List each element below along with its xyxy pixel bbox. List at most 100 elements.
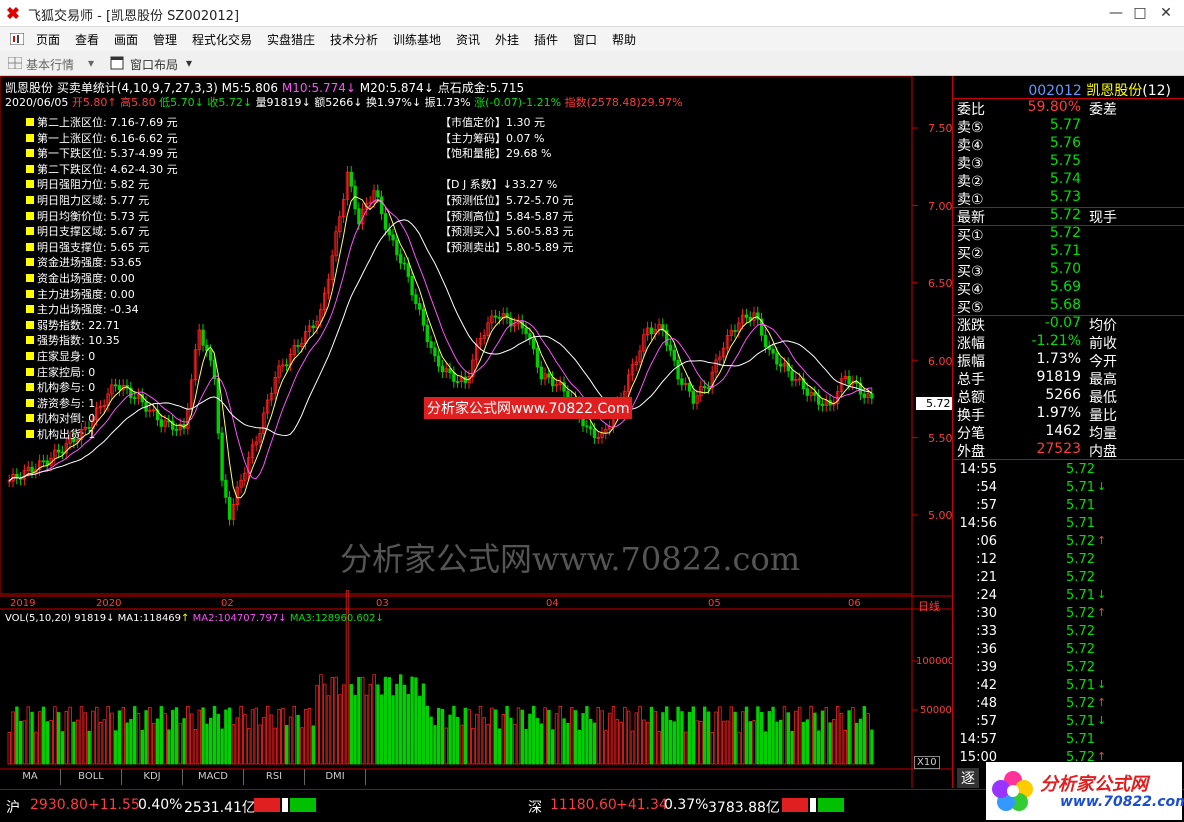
volume-bar — [159, 706, 163, 765]
layout-dropdown-icon[interactable]: ▾ — [186, 56, 192, 70]
tab-ma[interactable]: MA — [0, 769, 61, 785]
volume-bar — [34, 731, 38, 765]
sz-pct: 0.37% — [664, 797, 709, 813]
candle-body — [395, 239, 399, 255]
tab-boll[interactable]: BOLL — [61, 769, 122, 785]
tab-rsi[interactable]: RSI — [244, 769, 305, 785]
volume-bar — [589, 718, 593, 765]
buy-row[interactable]: 买④ 5.69 — [953, 279, 1171, 298]
window-layout-button[interactable]: 窗口布局 — [130, 56, 178, 73]
ma20-value: M20:5.874 — [359, 81, 424, 95]
candle-body — [455, 381, 460, 383]
menu-page[interactable]: 页面 — [36, 31, 60, 48]
volume-bar — [341, 684, 346, 765]
close-button[interactable]: ✕ — [1154, 3, 1178, 23]
sh-breadth-bar — [254, 798, 316, 812]
volume-bar — [186, 706, 190, 765]
sell-row[interactable]: 卖④ 5.76 — [953, 135, 1171, 154]
menu-bar: 页面 查看 画面 管理 程式化交易 实盘猎庄 技术分析 训练基地 资讯 外挂 插… — [0, 27, 1184, 51]
stat-label-2: 内盘 — [1089, 444, 1117, 460]
candle-body — [524, 327, 528, 335]
menu-manage[interactable]: 管理 — [153, 31, 177, 48]
candle-body — [402, 262, 407, 265]
vol-label: VOL(5,10,20) 91819 — [5, 613, 107, 624]
volume-bar — [398, 674, 403, 765]
left-stat-text: 明日阻力区域: 5.77 元 — [37, 194, 150, 207]
menu-help[interactable]: 帮助 — [612, 31, 636, 48]
stock-name: 凯恩股份 — [5, 81, 54, 95]
volume-bar — [775, 721, 779, 765]
volume-bar — [642, 719, 646, 765]
buy-row[interactable]: 买③ 5.70 — [953, 261, 1171, 280]
volume-bar — [646, 721, 650, 765]
menu-program-trading[interactable]: 程式化交易 — [192, 31, 252, 48]
volume-bar — [45, 721, 49, 765]
buy-row[interactable]: 买② 5.71 — [953, 243, 1171, 262]
menu-training[interactable]: 训练基地 — [393, 31, 441, 48]
tick-row: 14:57 5.71 — [953, 732, 1171, 750]
tab-kdj[interactable]: KDJ — [122, 769, 183, 785]
candle-body — [421, 308, 426, 326]
price-label-650: 6.50 — [928, 277, 953, 290]
stock-code: 002012 — [1028, 83, 1082, 99]
tick-time: :33 — [976, 624, 997, 639]
sh-amount: 2531.41亿 — [184, 800, 256, 816]
volume-bar — [326, 695, 331, 765]
volume-bar — [782, 706, 787, 765]
candle-body — [820, 403, 825, 406]
sell-row[interactable]: 卖① 5.73 — [953, 189, 1171, 208]
period-label[interactable]: 日线 — [918, 598, 940, 614]
candle-body — [547, 373, 551, 378]
quotes-dropdown-icon[interactable]: ▾ — [88, 56, 94, 70]
menu-screen[interactable]: 画面 — [114, 31, 138, 48]
current-price-tag: 5.72 — [916, 397, 953, 410]
buy-row[interactable]: 买⑤ 5.68 — [953, 297, 1171, 316]
candle-body — [41, 460, 46, 463]
gold-value: 点石成金:5.715 — [437, 81, 525, 95]
left-stat-row: 主力出场强度: -0.34 — [26, 301, 139, 317]
stat-marker — [26, 227, 34, 236]
candle-body — [539, 366, 543, 380]
stat-marker — [26, 164, 34, 173]
sell-row[interactable]: 卖② 5.74 — [953, 171, 1171, 190]
tab-dmi[interactable]: DMI — [305, 769, 366, 785]
basic-quotes-button[interactable]: 基本行情 — [26, 56, 74, 73]
volume-bar — [858, 718, 863, 765]
volume-bar — [843, 730, 847, 765]
tick-price: 5.71 — [1066, 516, 1095, 531]
sell-row[interactable]: 卖③ 5.75 — [953, 153, 1171, 172]
menu-view[interactable]: 查看 — [75, 31, 99, 48]
menu-tech-analysis[interactable]: 技术分析 — [330, 31, 378, 48]
menu-plugin-ext[interactable]: 外挂 — [495, 31, 519, 48]
stat-marker — [26, 430, 34, 438]
candle-body — [224, 479, 228, 498]
buy-price: 5.69 — [1049, 279, 1081, 295]
sell-row[interactable]: 卖⑤ 5.77 — [953, 117, 1171, 136]
tab-macd[interactable]: MACD — [183, 769, 244, 785]
sell-price: 5.77 — [1049, 117, 1081, 133]
bar-high: 高5.80 — [120, 96, 156, 109]
buy-row[interactable]: 买① 5.72 — [953, 225, 1171, 244]
volume-bar — [611, 706, 616, 765]
volume-bar — [76, 719, 80, 765]
stat-value: 5266 — [1045, 387, 1081, 403]
volume-bar — [121, 706, 125, 765]
maximize-button[interactable]: □ — [1128, 3, 1152, 23]
left-stat-row: 游资参与: 1 — [26, 395, 95, 411]
left-stat-row: 第二上涨区位: 7.16-7.69 元 — [26, 114, 178, 130]
volume-bar — [208, 717, 213, 765]
app-menu-icon[interactable] — [10, 33, 24, 45]
candle-body — [406, 263, 410, 277]
date-label-02: 02 — [221, 598, 234, 609]
bar-open: 开5.80 — [71, 96, 108, 109]
menu-plugins[interactable]: 插件 — [534, 31, 558, 48]
volume-bar — [360, 676, 365, 765]
menu-window[interactable]: 窗口 — [573, 31, 597, 48]
volume-bar — [246, 728, 251, 765]
volume-bar — [178, 723, 182, 765]
tick-mode-tab[interactable]: 逐 — [957, 768, 979, 788]
minimize-button[interactable]: — — [1104, 3, 1128, 23]
menu-info[interactable]: 资讯 — [456, 31, 480, 48]
menu-live-hunting[interactable]: 实盘猎庄 — [267, 31, 315, 48]
volume-bar — [57, 712, 61, 765]
